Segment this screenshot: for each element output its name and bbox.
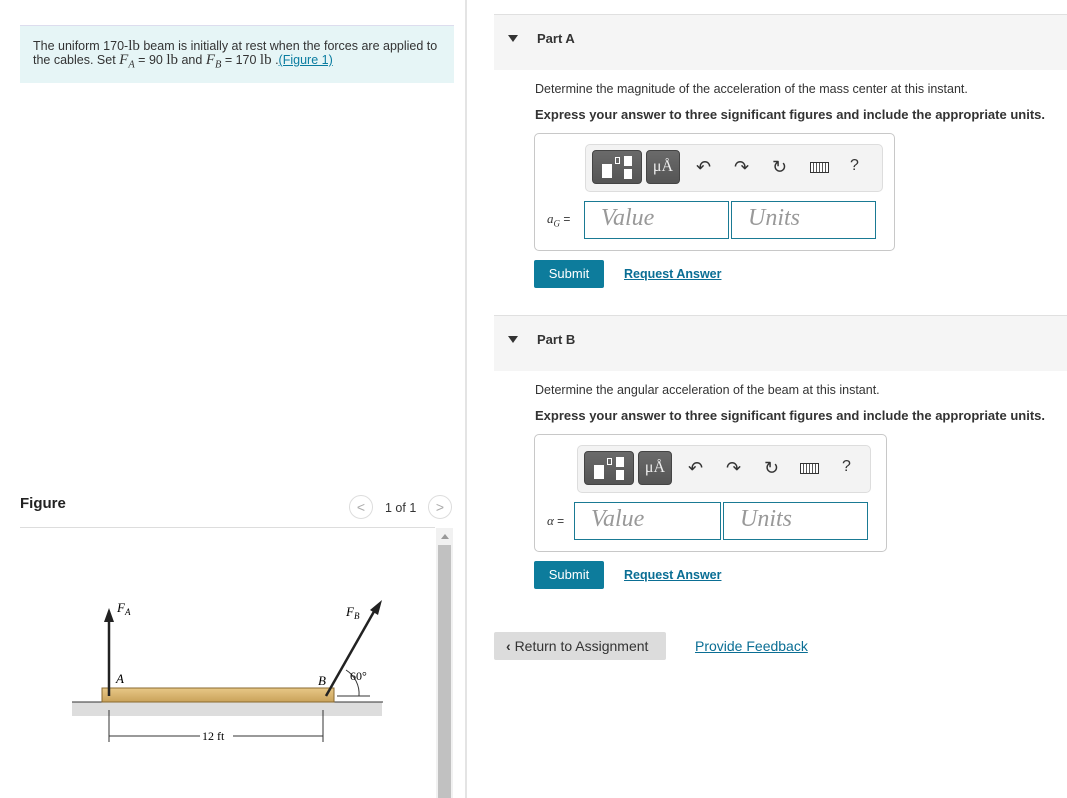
prev-figure-button[interactable]: < <box>349 495 373 519</box>
divider <box>20 527 435 528</box>
redo-icon[interactable]: ↷ <box>734 157 749 178</box>
text: The uniform 170- <box>33 39 129 53</box>
part-title: Part A <box>537 31 575 46</box>
reset-icon[interactable]: ↻ <box>764 458 779 479</box>
unit: lb <box>259 52 272 68</box>
panel-divider <box>465 0 467 798</box>
text: . <box>271 53 279 67</box>
keyboard-icon[interactable] <box>810 162 829 173</box>
reset-icon[interactable]: ↻ <box>772 157 787 178</box>
problem-statement: The uniform 170-lb beam is initially at … <box>20 25 454 83</box>
part-title: Part B <box>537 332 576 347</box>
eq: = <box>553 514 565 528</box>
var: α <box>547 513 554 528</box>
var-fb: F <box>205 52 215 68</box>
math-toolbar: μÅ ↶ ↷ ↻ ? <box>577 445 871 493</box>
label-fa-sub: A <box>124 607 131 617</box>
text: = 170 <box>221 53 260 67</box>
request-answer-link[interactable]: Request Answer <box>624 267 721 281</box>
units-input[interactable]: Units <box>731 201 876 239</box>
units-input[interactable]: Units <box>723 502 868 540</box>
next-figure-button[interactable]: > <box>428 495 452 519</box>
label-angle: 60° <box>350 669 367 683</box>
chevron-left-icon: ‹ <box>506 638 511 654</box>
text: and <box>178 53 206 67</box>
variable-label: aG = <box>547 211 570 229</box>
help-icon[interactable]: ? <box>842 458 851 476</box>
undo-icon[interactable]: ↶ <box>688 458 703 479</box>
beam-figure: F A F B A B 60° 12 ft <box>72 600 383 743</box>
figure-link[interactable]: (Figure 1) <box>279 53 333 67</box>
text: = 90 <box>134 53 167 67</box>
part-b-header[interactable]: Part B <box>494 315 1067 371</box>
templates-button[interactable] <box>584 451 634 485</box>
answer-box: μÅ ↶ ↷ ↻ ? α = Value Units <box>534 434 887 552</box>
var-fa: F <box>119 52 129 68</box>
submit-button[interactable]: Submit <box>534 260 604 288</box>
help-icon[interactable]: ? <box>850 157 859 175</box>
redo-icon[interactable]: ↷ <box>726 458 741 479</box>
submit-button[interactable]: Submit <box>534 561 604 589</box>
ground <box>72 702 382 716</box>
unit: lb <box>128 38 140 54</box>
units-button[interactable]: μÅ <box>638 451 672 485</box>
variable-label: α = <box>547 513 564 529</box>
scrollbar[interactable] <box>436 528 453 798</box>
question: Determine the magnitude of the accelerat… <box>535 82 968 96</box>
units-button[interactable]: μÅ <box>646 150 680 184</box>
return-to-assignment-button[interactable]: ‹ Return to Assignment <box>494 632 666 660</box>
label-distance: 12 ft <box>202 729 225 743</box>
templates-button[interactable] <box>592 150 642 184</box>
label-fb-sub: B <box>354 611 360 621</box>
undo-icon[interactable]: ↶ <box>696 157 711 178</box>
eq: = <box>560 212 571 226</box>
scrollbar-thumb[interactable] <box>438 545 451 798</box>
value-input[interactable]: Value <box>574 502 721 540</box>
question: Determine the angular acceleration of th… <box>535 383 880 397</box>
instruction: Express your answer to three significant… <box>535 107 1045 122</box>
collapse-icon <box>508 336 518 343</box>
return-label: Return to Assignment <box>514 638 649 654</box>
collapse-icon <box>508 35 518 42</box>
unit: lb <box>166 52 178 68</box>
part-a-header[interactable]: Part A <box>494 14 1067 70</box>
answer-box: μÅ ↶ ↷ ↻ ? aG = Value Units <box>534 133 895 251</box>
figure-label: Figure <box>20 495 66 512</box>
figure-pager: 1 of 1 <box>385 501 417 515</box>
math-toolbar: μÅ ↶ ↷ ↻ ? <box>585 144 883 192</box>
request-answer-link[interactable]: Request Answer <box>624 568 721 582</box>
value-input[interactable]: Value <box>584 201 729 239</box>
beam <box>101 687 335 703</box>
label-b: B <box>318 673 326 688</box>
keyboard-icon[interactable] <box>800 463 819 474</box>
label-a: A <box>115 671 124 686</box>
provide-feedback-link[interactable]: Provide Feedback <box>695 638 808 654</box>
instruction: Express your answer to three significant… <box>535 408 1045 423</box>
